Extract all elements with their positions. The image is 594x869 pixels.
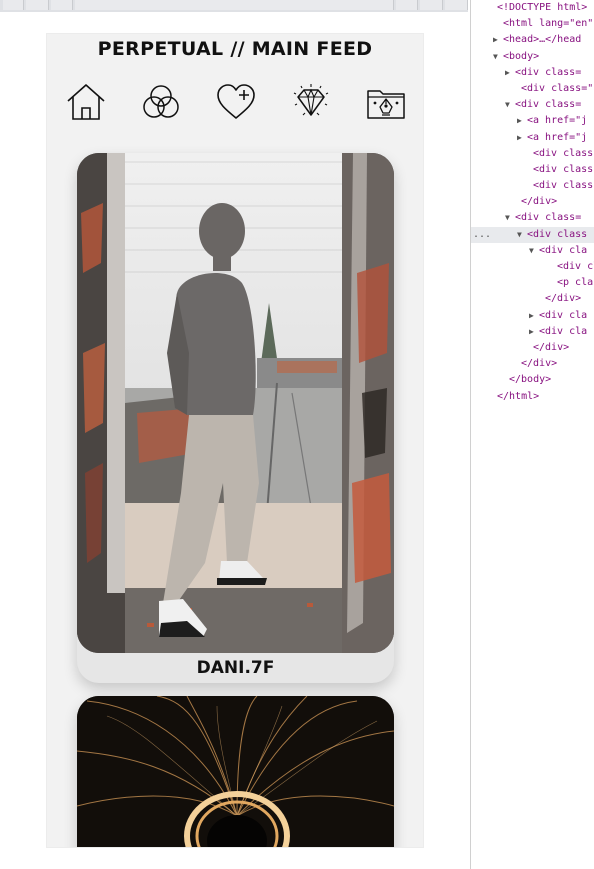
dom-node-markup: </body> <box>509 374 552 386</box>
dom-node-markup: <div class <box>533 147 594 159</box>
dom-tree-node[interactable]: ▶ <div cla <box>471 308 594 324</box>
diamond-icon <box>293 84 329 116</box>
dom-node-markup: <div cla <box>539 309 588 321</box>
dom-node-markup: <div class <box>527 228 588 240</box>
devtools-elements-panel[interactable]: <!DOCTYPE html> <html lang="en" ▶ <head>…</… <box>470 0 594 869</box>
dom-tree-node[interactable]: <div class <box>471 162 594 178</box>
home-icon <box>67 84 105 120</box>
dom-node-markup: </div> <box>533 341 570 353</box>
dom-node-markup: </div> <box>521 358 558 370</box>
tab-segment[interactable] <box>420 0 444 10</box>
dom-node-markup: <a href="j <box>527 131 588 143</box>
nav-portfolio-button[interactable] <box>364 80 408 124</box>
dom-node-markup: <div class= <box>515 212 582 224</box>
collapse-arrow-icon[interactable]: ▼ <box>529 243 539 259</box>
dom-tree-node[interactable]: ▶ <div cla <box>471 324 594 340</box>
page-title: PERPETUAL // MAIN FEED <box>97 38 373 60</box>
tab-segment[interactable] <box>50 0 74 10</box>
collapse-arrow-icon[interactable]: ▼ <box>505 97 515 113</box>
tab-segment[interactable] <box>3 0 24 10</box>
dom-tree-node[interactable]: </div> <box>471 340 594 356</box>
dom-tree-node[interactable]: </div> <box>471 194 594 210</box>
collapse-arrow-icon[interactable]: ▼ <box>505 210 515 226</box>
tab-segment[interactable] <box>395 0 419 10</box>
dom-tree-node[interactable]: <div class=" <box>471 81 594 97</box>
dom-node-markup: <div class=" <box>521 82 594 94</box>
venn-circles-icon <box>143 85 179 118</box>
dom-tree-node[interactable]: </div> <box>471 291 594 307</box>
expand-arrow-icon[interactable]: ▶ <box>517 130 527 146</box>
dom-tree-node[interactable]: <div cl <box>471 259 594 275</box>
dom-tree-node[interactable]: </html> <box>471 389 594 405</box>
nav-home-button[interactable] <box>64 80 108 124</box>
dom-node-markup: <a href="j <box>527 115 588 127</box>
expand-arrow-icon[interactable]: ▶ <box>529 324 539 340</box>
feed-card[interactable] <box>77 696 394 847</box>
node-actions-icon[interactable]: ... <box>473 227 491 243</box>
dom-tree-node[interactable]: <div class <box>471 178 594 194</box>
feed-photo[interactable] <box>77 153 394 653</box>
dom-node-markup: <div class <box>533 180 594 192</box>
dom-node-markup: <!DOCTYPE html> <box>497 2 588 13</box>
dom-tree-node[interactable]: <!DOCTYPE html> <box>471 0 594 16</box>
dom-tree-node[interactable]: <div class <box>471 146 594 162</box>
nav-explore-button[interactable] <box>139 80 183 124</box>
dom-node-markup: <p clas <box>557 277 594 289</box>
dom-tree-node[interactable]: <p clas <box>471 275 594 291</box>
dom-tree-node[interactable]: <html lang="en" <box>471 16 594 32</box>
dom-node-markup: <div cla <box>539 244 588 256</box>
nav-favorites-button[interactable] <box>214 80 258 124</box>
tab-segment[interactable] <box>25 0 49 10</box>
dom-tree-node[interactable]: ▶ <a href="j <box>471 130 594 146</box>
dom-tree-node[interactable]: ▼ <div cla <box>471 243 594 259</box>
icon-nav <box>47 80 423 128</box>
expand-arrow-icon[interactable]: ▶ <box>517 113 527 129</box>
feed-photo-image <box>77 696 394 847</box>
heart-plus-icon <box>217 84 255 119</box>
folder-pen-icon <box>367 90 405 119</box>
collapse-arrow-icon[interactable]: ▼ <box>493 49 503 65</box>
dom-tree-node[interactable]: ▼ <div class= <box>471 97 594 113</box>
dom-node-markup: <head>…</head <box>503 34 582 46</box>
feed-photo[interactable] <box>77 696 394 847</box>
browser-top-strip <box>0 0 468 12</box>
page-viewport: PERPETUAL // MAIN FEED DANI.7F <box>0 12 470 869</box>
dom-tree-node[interactable]: ▶ <div class= <box>471 65 594 81</box>
dom-node-markup: <div class= <box>515 66 582 78</box>
dom-tree-node[interactable]: ... ▼ <div class <box>471 226 594 243</box>
nav-premium-button[interactable] <box>289 80 333 124</box>
collapse-arrow-icon[interactable]: ▼ <box>517 227 527 243</box>
tab-segment[interactable] <box>445 0 468 10</box>
expand-arrow-icon[interactable]: ▶ <box>529 308 539 324</box>
dom-node-markup: <html lang="en" <box>503 18 594 30</box>
dom-node-markup: </html> <box>497 390 540 402</box>
feed-card[interactable]: DANI.7F <box>77 153 394 683</box>
tab-segment[interactable] <box>75 0 394 10</box>
dom-node-markup: <div class <box>533 163 594 175</box>
dom-tree-node[interactable]: ▶ <head>…</head <box>471 32 594 48</box>
dom-node-markup: <div cl <box>557 261 594 272</box>
dom-tree-node[interactable]: ▶ <a href="j <box>471 113 594 129</box>
dom-node-markup: </div> <box>521 196 558 208</box>
dom-tree-node[interactable]: ▼ <div class= <box>471 210 594 226</box>
dom-node-markup: </div> <box>545 293 582 305</box>
feed-photo-image <box>77 153 394 653</box>
expand-arrow-icon[interactable]: ▶ <box>493 32 503 48</box>
dom-tree-node[interactable]: ▼ <body> <box>471 49 594 65</box>
dom-tree-node[interactable]: </div> <box>471 356 594 372</box>
dom-node-markup: <div cla <box>539 325 588 337</box>
expand-arrow-icon[interactable]: ▶ <box>505 65 515 81</box>
card-username[interactable]: DANI.7F <box>77 658 394 678</box>
dom-tree-node[interactable]: </body> <box>471 372 594 388</box>
app-frame: PERPETUAL // MAIN FEED DANI.7F <box>47 34 423 847</box>
dom-node-markup: <body> <box>503 50 540 62</box>
dom-node-markup: <div class= <box>515 99 582 111</box>
